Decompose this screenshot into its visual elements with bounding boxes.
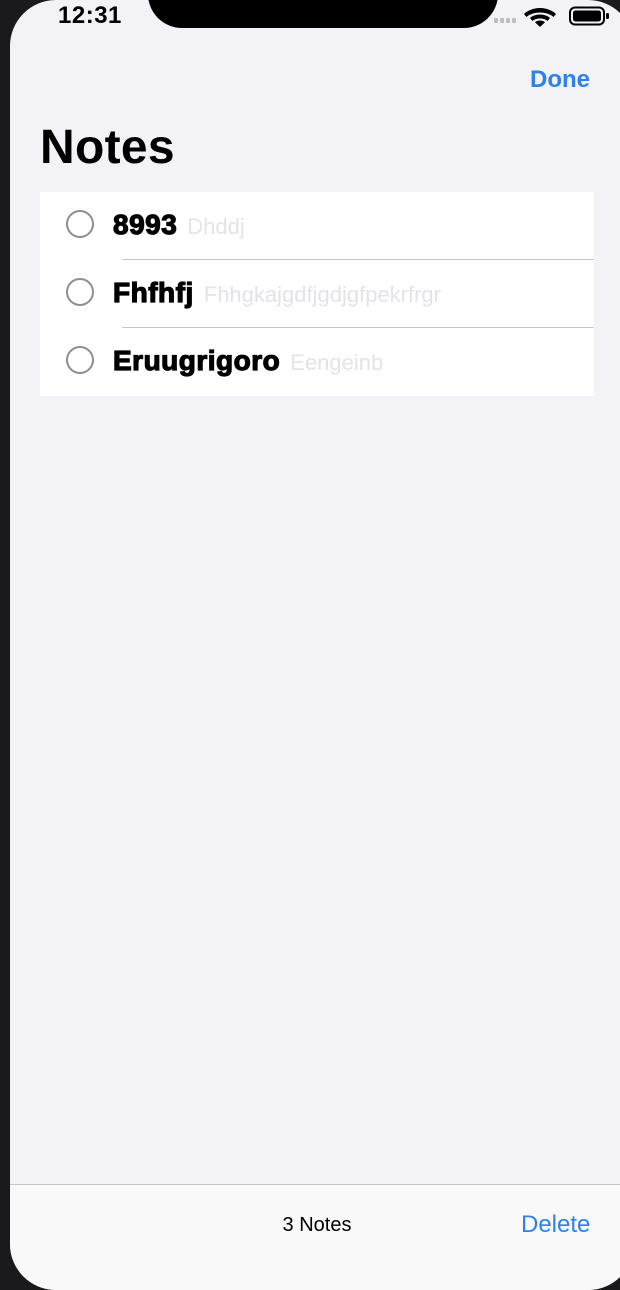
- note-row[interactable]: Fhfhfj Fhhgkajgdfjgdjgfpekrfrgr: [40, 260, 594, 328]
- note-title: Eruugrigoro: [112, 344, 281, 376]
- done-button[interactable]: Done: [530, 66, 590, 94]
- page-title: Notes: [40, 121, 175, 174]
- note-title: 8993: [112, 208, 178, 240]
- note-preview: Fhhgkajgdfjgdjgfpekrfrgr: [203, 282, 441, 307]
- bottom-toolbar: 3 Notes Delete: [10, 1184, 620, 1290]
- note-preview: Dhddj: [187, 214, 245, 239]
- battery-icon: [569, 6, 609, 26]
- status-icons: [494, 4, 610, 28]
- note-row[interactable]: 8993 Dhddj: [40, 192, 594, 260]
- note-text: Fhfhfj Fhhgkajgdfjgdjgfpekrfrgr: [112, 275, 441, 313]
- note-row[interactable]: Eruugrigoro Eengeinb: [40, 328, 594, 396]
- note-preview: Eengeinb: [290, 350, 384, 375]
- status-time: 12:31: [58, 2, 122, 29]
- delete-button[interactable]: Delete: [521, 1211, 590, 1239]
- wifi-icon: [524, 8, 556, 27]
- cellular-signal-icon: [494, 18, 516, 23]
- note-title: Fhfhfj: [112, 276, 194, 308]
- note-text: 8993 Dhddj: [112, 207, 245, 245]
- radio-unselected-icon[interactable]: [66, 346, 94, 374]
- radio-unselected-icon[interactable]: [66, 278, 94, 306]
- camera-notch: [148, 0, 498, 28]
- notes-list: 8993 Dhddj Fhfhfj Fhhgkajgdfjgdjgfpekrfrgr…: [40, 192, 594, 396]
- note-text: Eruugrigoro Eengeinb: [112, 343, 384, 381]
- phone-screen: 12:31 Done Notes 8993 Dhddj Fhfhfj Fhhgk…: [10, 0, 620, 1290]
- radio-unselected-icon[interactable]: [66, 210, 94, 238]
